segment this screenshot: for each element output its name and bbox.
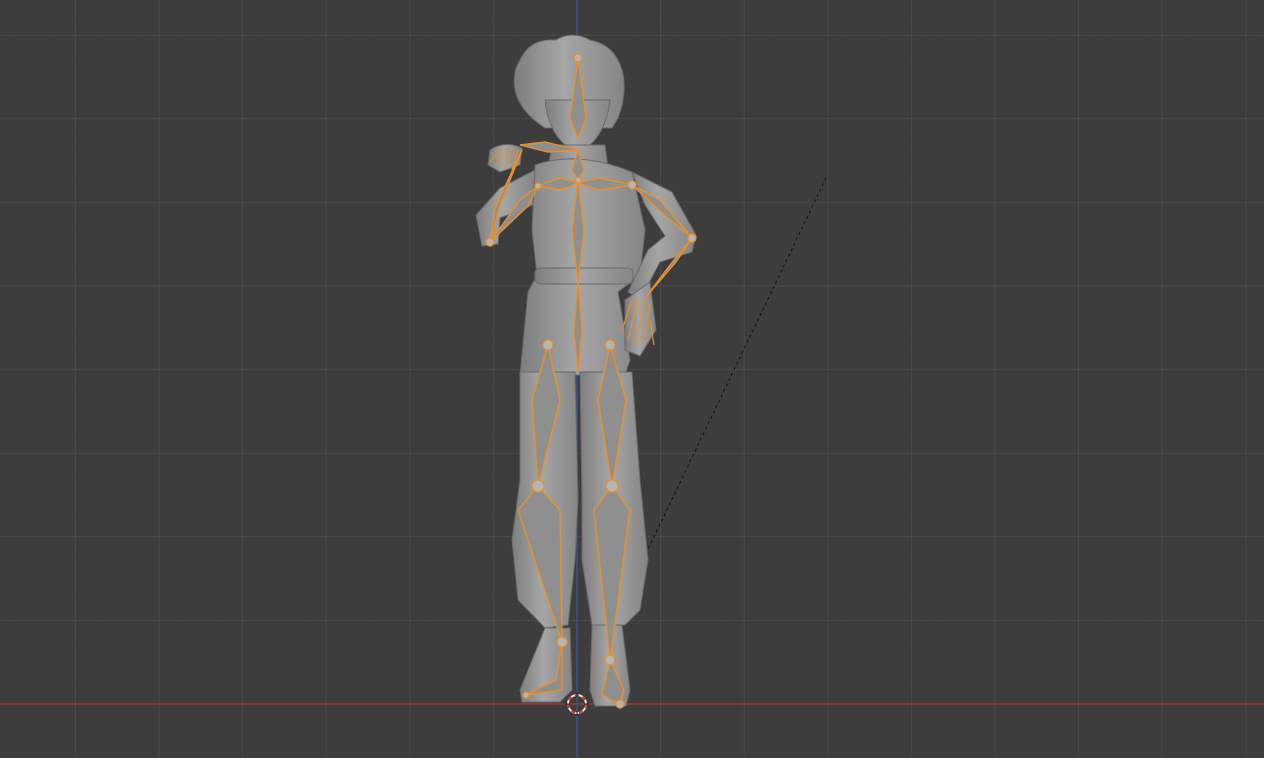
belt	[534, 267, 634, 285]
3d-viewport[interactable]	[0, 0, 1264, 758]
